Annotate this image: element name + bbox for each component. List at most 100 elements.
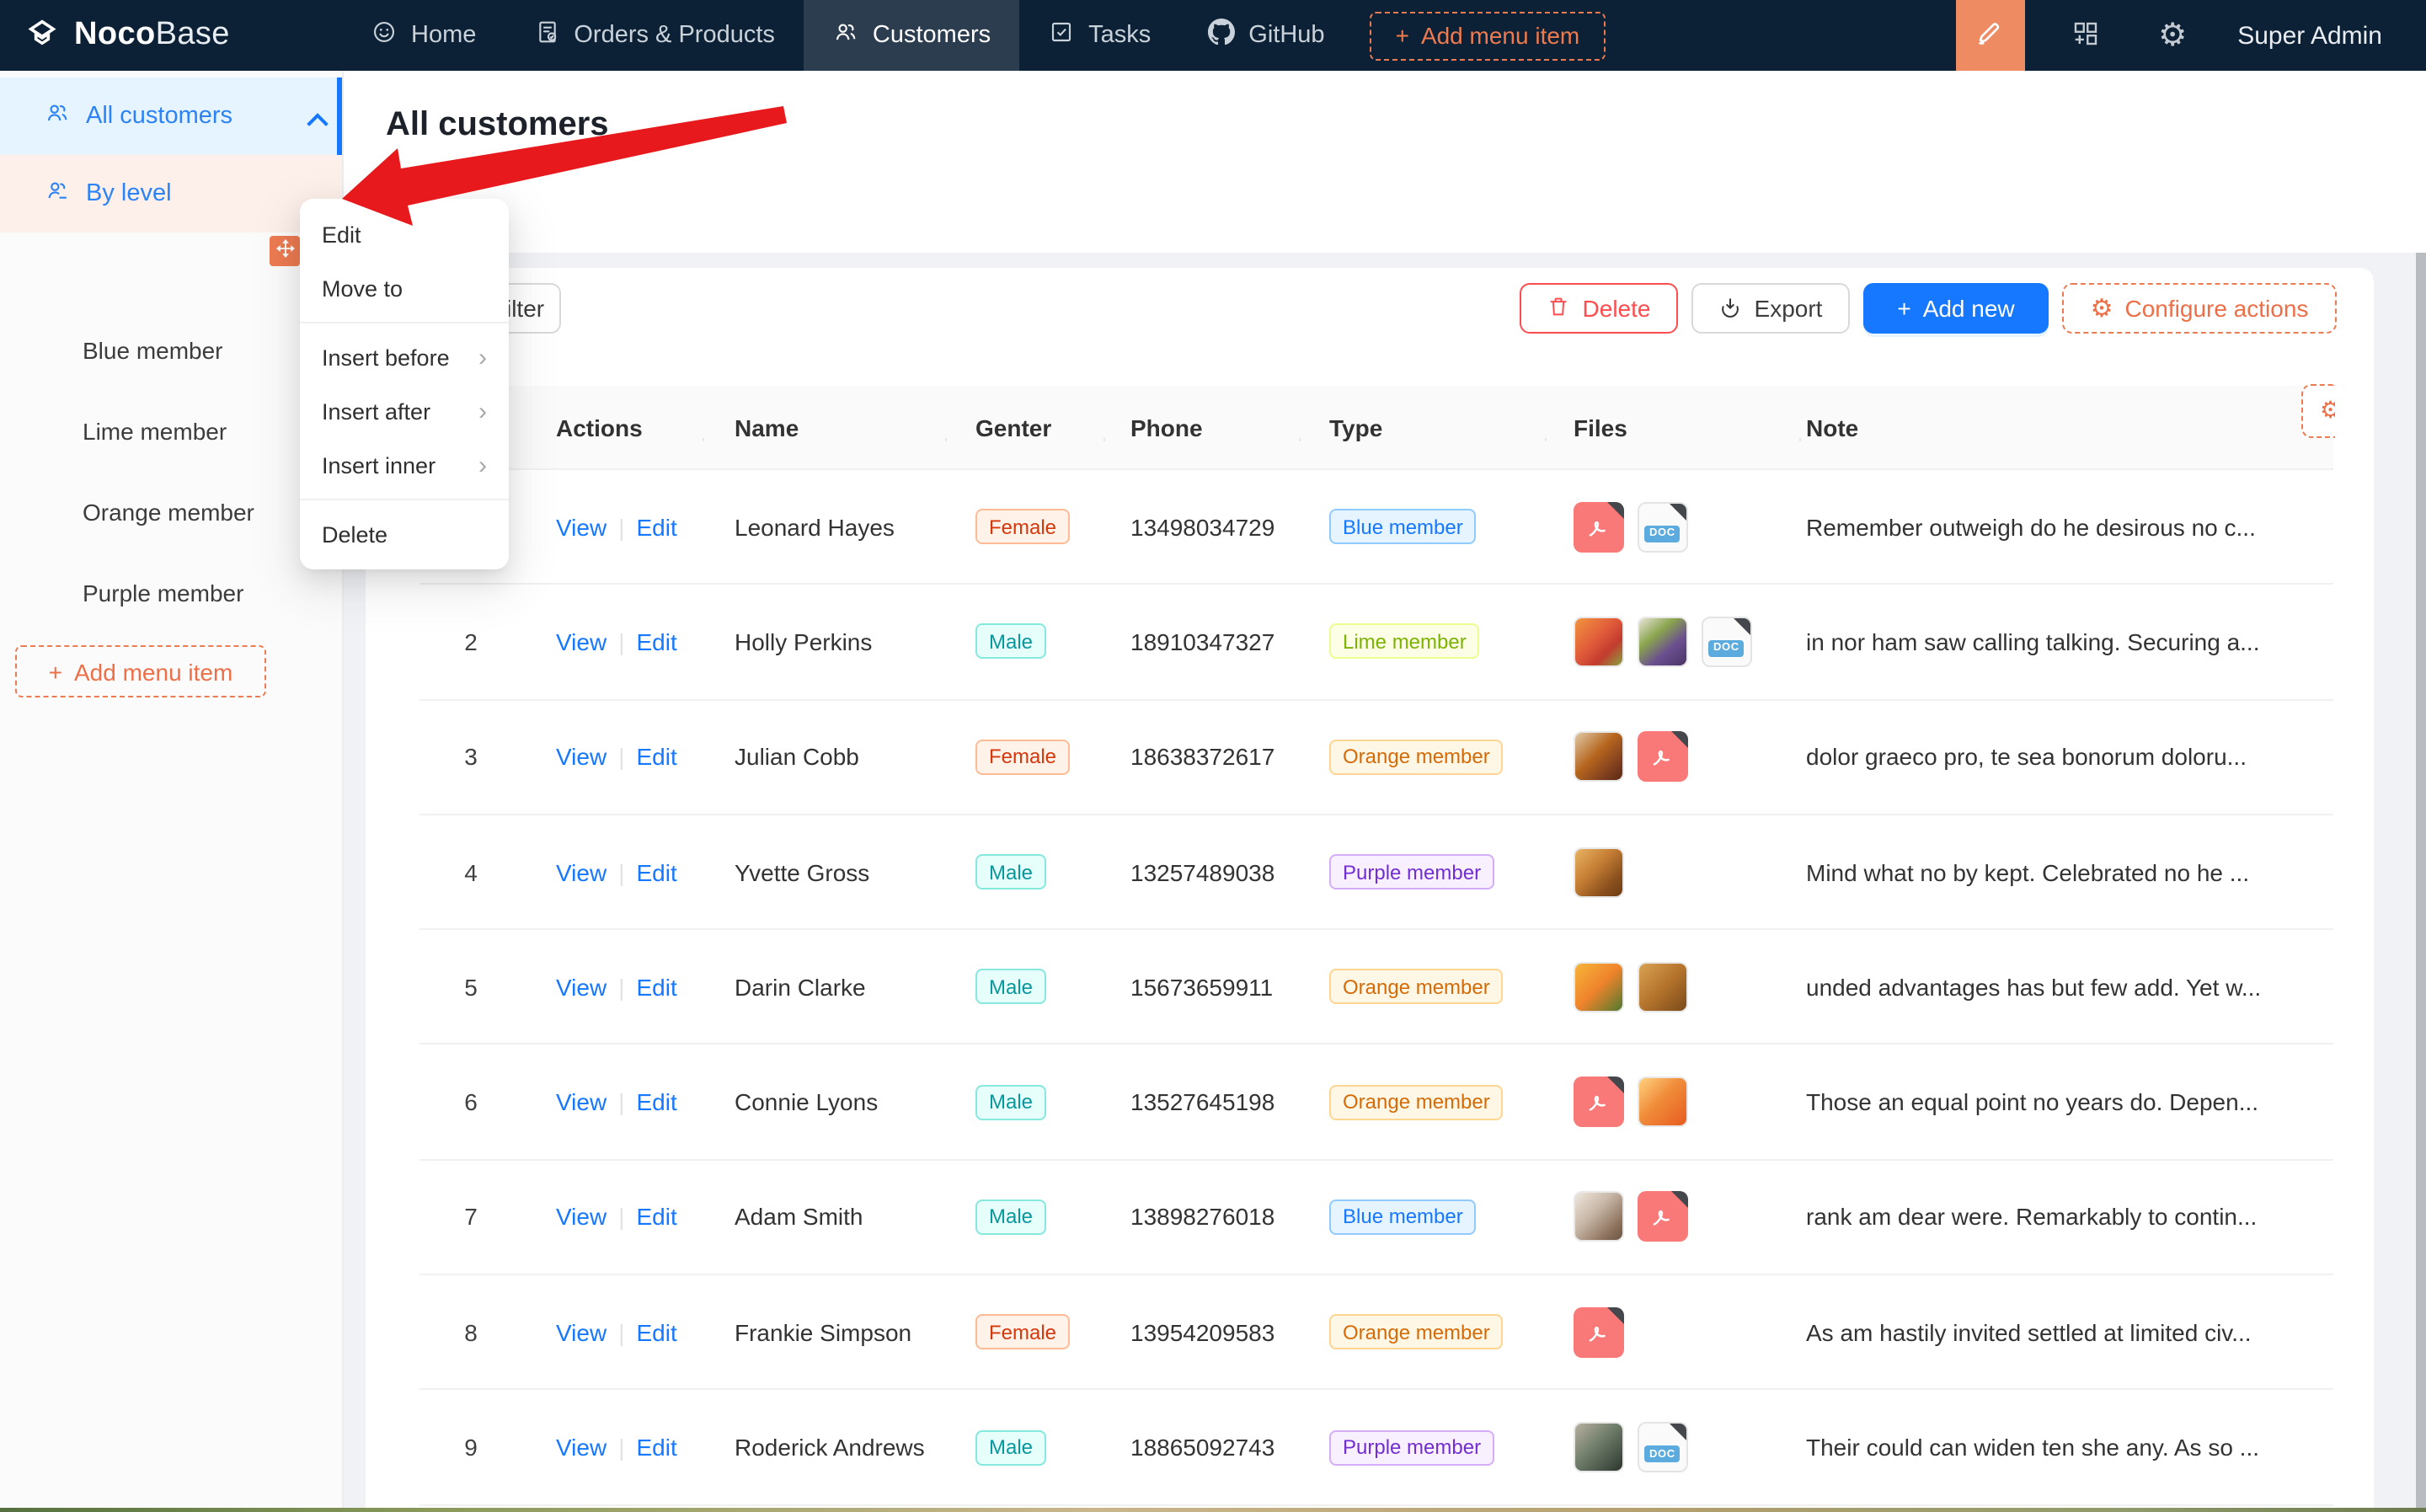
context-menu-item-insert-after[interactable]: Insert after›	[300, 384, 509, 438]
menu-item-label: Insert after	[322, 398, 430, 424]
context-menu-item-insert-before[interactable]: Insert before›	[300, 330, 509, 384]
chevron-right-icon: ›	[478, 451, 487, 479]
nav-item-home[interactable]: Home	[342, 0, 505, 71]
drag-move-button[interactable]	[270, 236, 300, 266]
export-button[interactable]: Export	[1691, 283, 1850, 334]
edit-link[interactable]: Edit	[636, 974, 676, 1001]
context-menu-item-insert-inner[interactable]: Insert inner›	[300, 438, 509, 492]
sidebar-item-label: All customers	[86, 103, 232, 130]
configure-columns-button-partial[interactable]: ⚙	[2301, 384, 2335, 438]
context-menu-item-delete[interactable]: Delete	[300, 507, 509, 561]
table-row: 6View|EditConnie LyonsMale13527645198Ora…	[419, 1045, 2333, 1161]
pdf-file-icon[interactable]	[1574, 501, 1624, 552]
edit-link[interactable]: Edit	[636, 1318, 676, 1345]
view-link[interactable]: View	[556, 858, 606, 885]
nav-add-menu-item-button[interactable]: + Add menu item	[1371, 11, 1606, 60]
sidebar-subitem-lime-member[interactable]: Lime member	[0, 391, 341, 472]
edit-link[interactable]: Edit	[636, 1434, 676, 1461]
highlighter-icon	[1974, 17, 2007, 54]
note-text: Mind what no by kept. Celebrated no he .…	[1799, 858, 2333, 885]
member-type-badge: Purple member	[1329, 1429, 1494, 1465]
link-divider: |	[618, 974, 624, 1001]
team-icon	[44, 99, 71, 133]
customer-name: Frankie Simpson	[703, 1318, 945, 1345]
view-link[interactable]: View	[556, 743, 606, 770]
view-link[interactable]: View	[556, 1204, 606, 1231]
gender-badge: Female	[975, 739, 1070, 774]
member-type-badge: Blue member	[1329, 509, 1477, 544]
image-attachment-thumbnail[interactable]	[1574, 1422, 1624, 1472]
image-attachment-thumbnail[interactable]	[1574, 847, 1624, 897]
sidebar-subitem-orange-member[interactable]: Orange member	[0, 472, 341, 553]
doc-file-icon[interactable]: DOC	[1638, 1422, 1688, 1472]
customer-name: Holly Perkins	[703, 628, 945, 655]
configure-actions-button[interactable]: ⚙ Configure actions	[2062, 283, 2337, 334]
folded-corner	[1670, 503, 1686, 520]
vertical-scrollbar[interactable]	[2415, 253, 2426, 1508]
gender-cell: Female	[945, 739, 1103, 774]
nav-item-customers[interactable]: Customers	[804, 0, 1019, 71]
nocobase-logo[interactable]: NocoBase	[0, 14, 342, 56]
settings-button[interactable]: ⚙	[2158, 19, 2187, 51]
edit-link[interactable]: Edit	[636, 743, 676, 770]
view-link[interactable]: View	[556, 513, 606, 540]
files-cell	[1545, 1306, 1799, 1357]
note-text: dolor graeco pro, te sea bonorum doloru.…	[1799, 743, 2333, 770]
table-row: 2View|EditHolly PerkinsMale18910347327Li…	[419, 585, 2333, 701]
view-link[interactable]: View	[556, 1088, 606, 1115]
image-attachment-thumbnail[interactable]	[1638, 1077, 1688, 1127]
view-link[interactable]: View	[556, 1318, 606, 1345]
doc-file-icon[interactable]: DOC	[1638, 501, 1688, 552]
image-attachment-thumbnail[interactable]	[1574, 962, 1624, 1012]
edit-link[interactable]: Edit	[636, 1204, 676, 1231]
view-link[interactable]: View	[556, 974, 606, 1001]
pdf-file-icon[interactable]	[1638, 1192, 1688, 1242]
link-divider: |	[618, 743, 624, 770]
image-attachment-thumbnail[interactable]	[1638, 962, 1688, 1012]
edit-link[interactable]: Edit	[636, 1088, 676, 1115]
add-new-button[interactable]: + Add new	[1863, 283, 2049, 334]
sidebar-item-by-level[interactable]: By level	[0, 155, 341, 232]
pdf-file-icon[interactable]	[1638, 731, 1688, 782]
sidebar-subitem-purple-member[interactable]: Purple member	[0, 553, 341, 633]
table-header-genter: Genter	[945, 414, 1103, 441]
pdf-file-icon[interactable]	[1574, 1306, 1624, 1357]
phone-number: 13527645198	[1103, 1088, 1299, 1115]
plugin-blocks-button[interactable]	[2071, 18, 2101, 53]
image-attachment-thumbnail[interactable]	[1574, 731, 1624, 782]
edit-link[interactable]: Edit	[636, 513, 676, 540]
phone-number: 13954209583	[1103, 1318, 1299, 1345]
delete-button[interactable]: Delete	[1520, 283, 1678, 334]
edit-link[interactable]: Edit	[636, 858, 676, 885]
sidebar-subitem-blue-member[interactable]: Blue member	[0, 310, 341, 391]
sidebar-submenu: Blue memberLime memberOrange memberPurpl…	[0, 310, 341, 633]
doc-file-icon[interactable]: DOC	[1702, 617, 1752, 667]
sidebar-item-all-customers[interactable]: All customers	[0, 77, 341, 155]
nocobase-logo-icon	[24, 14, 61, 56]
nav-item-orders-products[interactable]: Orders & Products	[505, 0, 804, 71]
link-divider: |	[618, 1434, 624, 1461]
phone-number: 15673659911	[1103, 974, 1299, 1001]
sidebar-add-menu-item-button[interactable]: + Add menu item	[15, 645, 266, 697]
customer-name: Darin Clarke	[703, 974, 945, 1001]
user-menu[interactable]: Super Admin	[2237, 21, 2382, 50]
image-attachment-thumbnail[interactable]	[1574, 617, 1624, 667]
phone-number: 13257489038	[1103, 858, 1299, 885]
pdf-file-icon[interactable]	[1574, 1077, 1624, 1127]
folded-corner	[1607, 501, 1624, 518]
row-actions: View | Edit	[522, 1434, 703, 1461]
gender-cell: Male	[945, 624, 1103, 660]
ui-editor-button[interactable]	[1956, 0, 2025, 71]
view-link[interactable]: View	[556, 628, 606, 655]
edit-link[interactable]: Edit	[636, 628, 676, 655]
gender-cell: Male	[945, 970, 1103, 1005]
image-attachment-thumbnail[interactable]	[1574, 1192, 1624, 1242]
nav-item-github[interactable]: GitHub	[1179, 0, 1353, 71]
view-link[interactable]: View	[556, 1434, 606, 1461]
row-number: 6	[419, 1088, 522, 1115]
image-attachment-thumbnail[interactable]	[1638, 617, 1688, 667]
customer-name: Julian Cobb	[703, 743, 945, 770]
context-menu-item-edit[interactable]: Edit	[300, 207, 509, 261]
nav-item-tasks[interactable]: Tasks	[1019, 0, 1179, 71]
context-menu-item-move-to[interactable]: Move to	[300, 261, 509, 315]
